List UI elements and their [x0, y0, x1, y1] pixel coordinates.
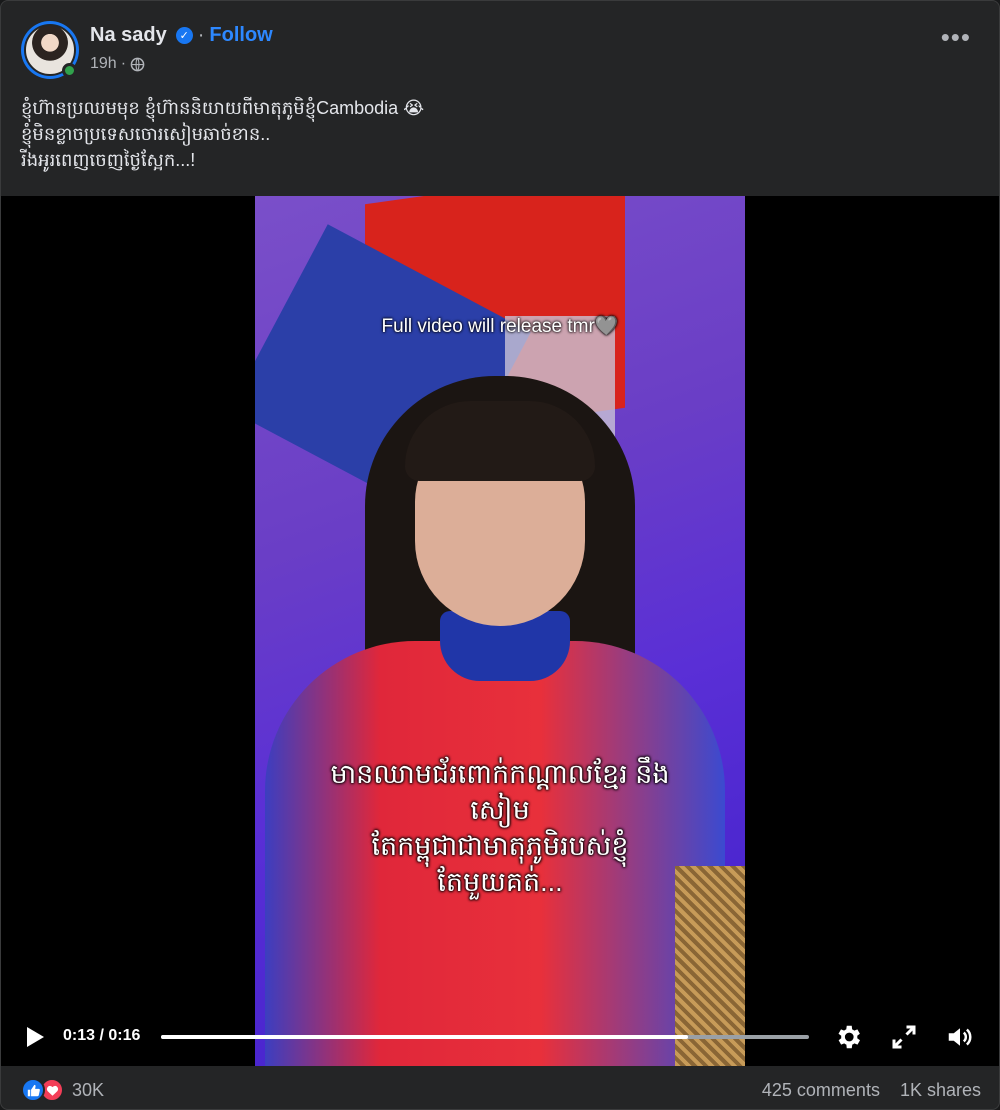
globe-icon — [130, 57, 145, 71]
fullscreen-icon[interactable] — [889, 1022, 919, 1052]
post-caption: ខ្ញុំហ៊ានប្រឈមមុខ ខ្ញុំហ៊ាននិយាយពីមាតុភូ… — [21, 95, 971, 173]
like-reaction-icon — [21, 1078, 45, 1102]
post-meta: 19h · — [90, 55, 145, 73]
gear-icon[interactable] — [833, 1022, 863, 1052]
engagement-stats: 425 comments 1K shares — [762, 1080, 981, 1101]
video-subtitles: មានឈាមជ័រពោក់កណ្តាលខ្មែរ នឹង សៀម តែកម្ពុ… — [255, 756, 745, 900]
follow-button[interactable]: Follow — [209, 24, 272, 47]
video-controls: 0:13 / 0:16 — [1, 1016, 999, 1060]
reaction-count: 30K — [72, 1079, 105, 1100]
author-name[interactable]: Na sady — [90, 24, 167, 47]
post-footer: 30K 425 comments 1K shares — [1, 1067, 999, 1109]
caption-line: ខ្ញុំមិនខ្លាចប្រទេសចោរសៀមឆាច់ខាន.. — [21, 124, 271, 144]
online-status-icon — [62, 63, 77, 78]
progress-fill — [161, 1035, 688, 1039]
separator: · — [197, 24, 205, 46]
person-bangs — [405, 401, 595, 481]
caption-line: ខ្ញុំហ៊ានប្រឈមមុខ ខ្ញុំហ៊ាននិយាយពីមាតុភូ… — [21, 98, 425, 118]
verified-badge-icon: ✓ — [175, 27, 193, 44]
subtitle-line: តែមួយគត់... — [437, 867, 563, 897]
post-timestamp[interactable]: 19h — [90, 55, 117, 73]
post-card: Na sady ✓ · Follow 19h · ••• ខ្ញុំហ៊ានប្… — [0, 0, 1000, 1110]
shares-link[interactable]: 1K shares — [900, 1080, 981, 1101]
volume-icon[interactable] — [945, 1022, 975, 1052]
reactions-summary[interactable]: 30K — [21, 1078, 104, 1102]
subtitle-line: សៀម — [470, 795, 530, 825]
subtitle-line: មានឈាមជ័រពោក់កណ្តាលខ្មែរ នឹង — [330, 759, 670, 789]
more-options-icon[interactable]: ••• — [941, 24, 971, 50]
author-row: Na sady ✓ · Follow — [90, 24, 273, 47]
subtitle-line: តែកម្ពុជាជាមាតុភូមិរបស់ខ្ញុំ — [371, 831, 629, 861]
post-header: Na sady ✓ · Follow 19h · ••• — [1, 1, 999, 93]
video-overlay-text: Full video will release tmr🩶 — [381, 316, 619, 337]
comments-link[interactable]: 425 comments — [762, 1080, 880, 1101]
video-player[interactable]: Full video will release tmr🩶 មានឈាមជ័រពោ… — [1, 196, 999, 1066]
video-time: 0:13 / 0:16 — [63, 1027, 141, 1044]
meta-separator: · — [120, 55, 127, 72]
progress-bar[interactable] — [161, 1035, 809, 1039]
video-frame[interactable]: Full video will release tmr🩶 មានឈាមជ័រពោ… — [255, 196, 745, 1066]
play-icon[interactable] — [25, 1026, 45, 1048]
caption-line: រីងអូរពេញចេញថ្ងៃស្អែក...! — [21, 150, 196, 170]
